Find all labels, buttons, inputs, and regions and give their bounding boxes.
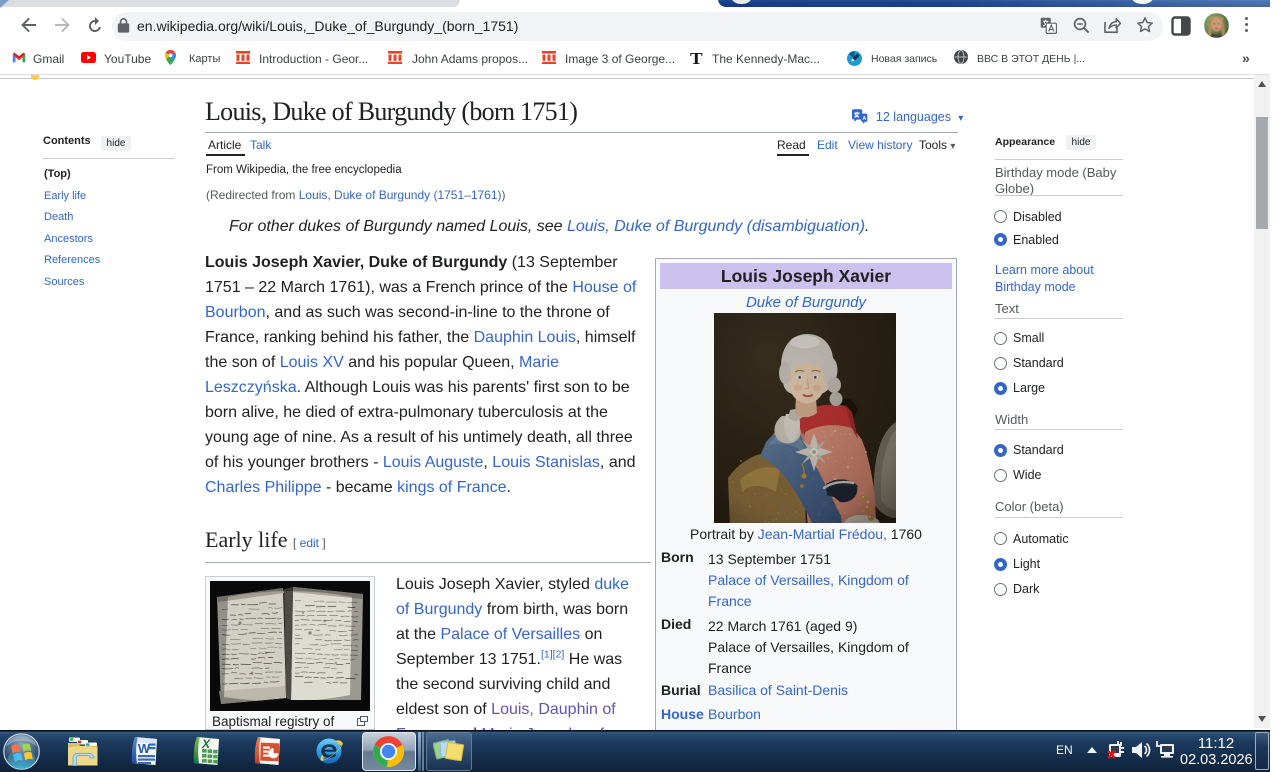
svg-text:X: X [201, 737, 211, 751]
svg-text:W: W [138, 741, 151, 756]
